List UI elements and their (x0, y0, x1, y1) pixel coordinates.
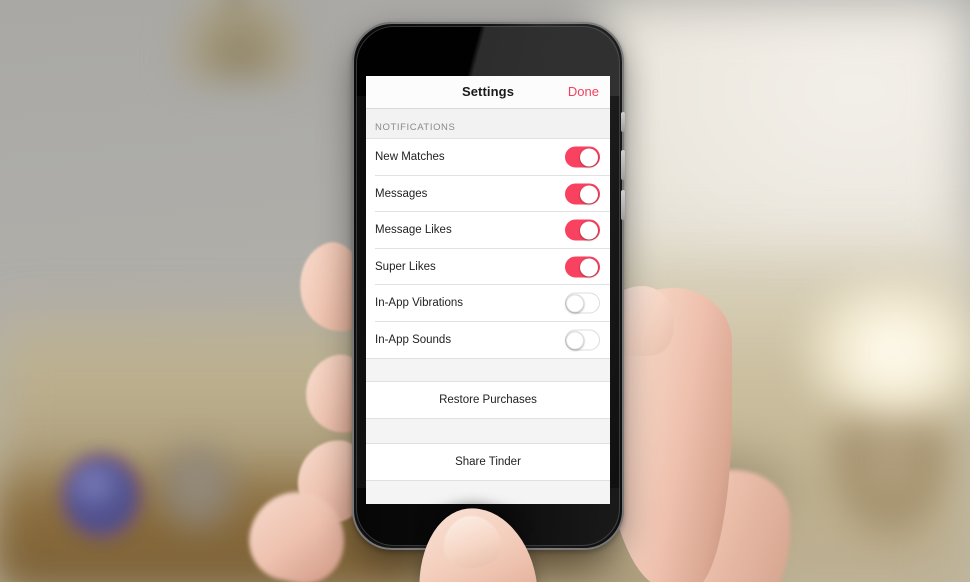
toggle-knob (580, 185, 598, 204)
toggle-new-matches[interactable] (565, 146, 600, 168)
row-label: In-App Vibrations (375, 297, 464, 310)
volume-down-button[interactable] (621, 190, 625, 220)
ring-silent-switch[interactable] (621, 112, 625, 132)
share-tinder-label: Share Tinder (455, 456, 521, 468)
toggle-knob (580, 148, 598, 167)
settings-row-new-matches[interactable]: New Matches (366, 139, 610, 176)
done-button[interactable]: Done (568, 84, 599, 99)
notifications-group: New Matches Messages Message Likes Super… (366, 139, 610, 358)
toggle-messages[interactable] (565, 183, 600, 205)
lamp-shade (175, 0, 305, 80)
settings-row-in-app-vibrations[interactable]: In-App Vibrations (366, 285, 610, 322)
volume-up-button[interactable] (621, 150, 625, 180)
photo-scene: Settings Done NOTIFICATIONS New Matches … (0, 0, 970, 582)
background-object-grey (150, 435, 245, 540)
group-gap (366, 418, 610, 444)
row-label: Super Likes (375, 260, 436, 273)
toggle-knob (566, 331, 584, 350)
toggle-knob (566, 294, 584, 313)
toggle-super-likes[interactable] (565, 256, 600, 278)
settings-row-super-likes[interactable]: Super Likes (366, 248, 610, 285)
phone-screen: Settings Done NOTIFICATIONS New Matches … (366, 76, 610, 504)
navigation-bar: Settings Done (366, 76, 610, 109)
restore-purchases-label: Restore Purchases (439, 394, 537, 406)
toggle-message-likes[interactable] (565, 219, 600, 241)
toggle-in-app-vibrations[interactable] (565, 292, 600, 314)
toggle-knob (580, 221, 598, 240)
section-header-notifications: NOTIFICATIONS (366, 109, 610, 139)
background-object-blue (62, 455, 140, 537)
section-header-label: NOTIFICATIONS (375, 122, 456, 133)
row-label: Message Likes (375, 224, 452, 237)
settings-row-message-likes[interactable]: Message Likes (366, 212, 610, 249)
settings-row-in-app-sounds[interactable]: In-App Sounds (366, 321, 610, 358)
row-label: New Matches (375, 151, 445, 164)
restore-purchases-button[interactable]: Restore Purchases (366, 382, 610, 418)
share-tinder-button[interactable]: Share Tinder (366, 444, 610, 480)
group-gap (366, 358, 610, 382)
row-label: In-App Sounds (375, 333, 452, 346)
toggle-in-app-sounds[interactable] (565, 329, 600, 351)
toggle-knob (580, 258, 598, 277)
settings-row-messages[interactable]: Messages (366, 175, 610, 212)
row-label: Messages (375, 187, 428, 200)
